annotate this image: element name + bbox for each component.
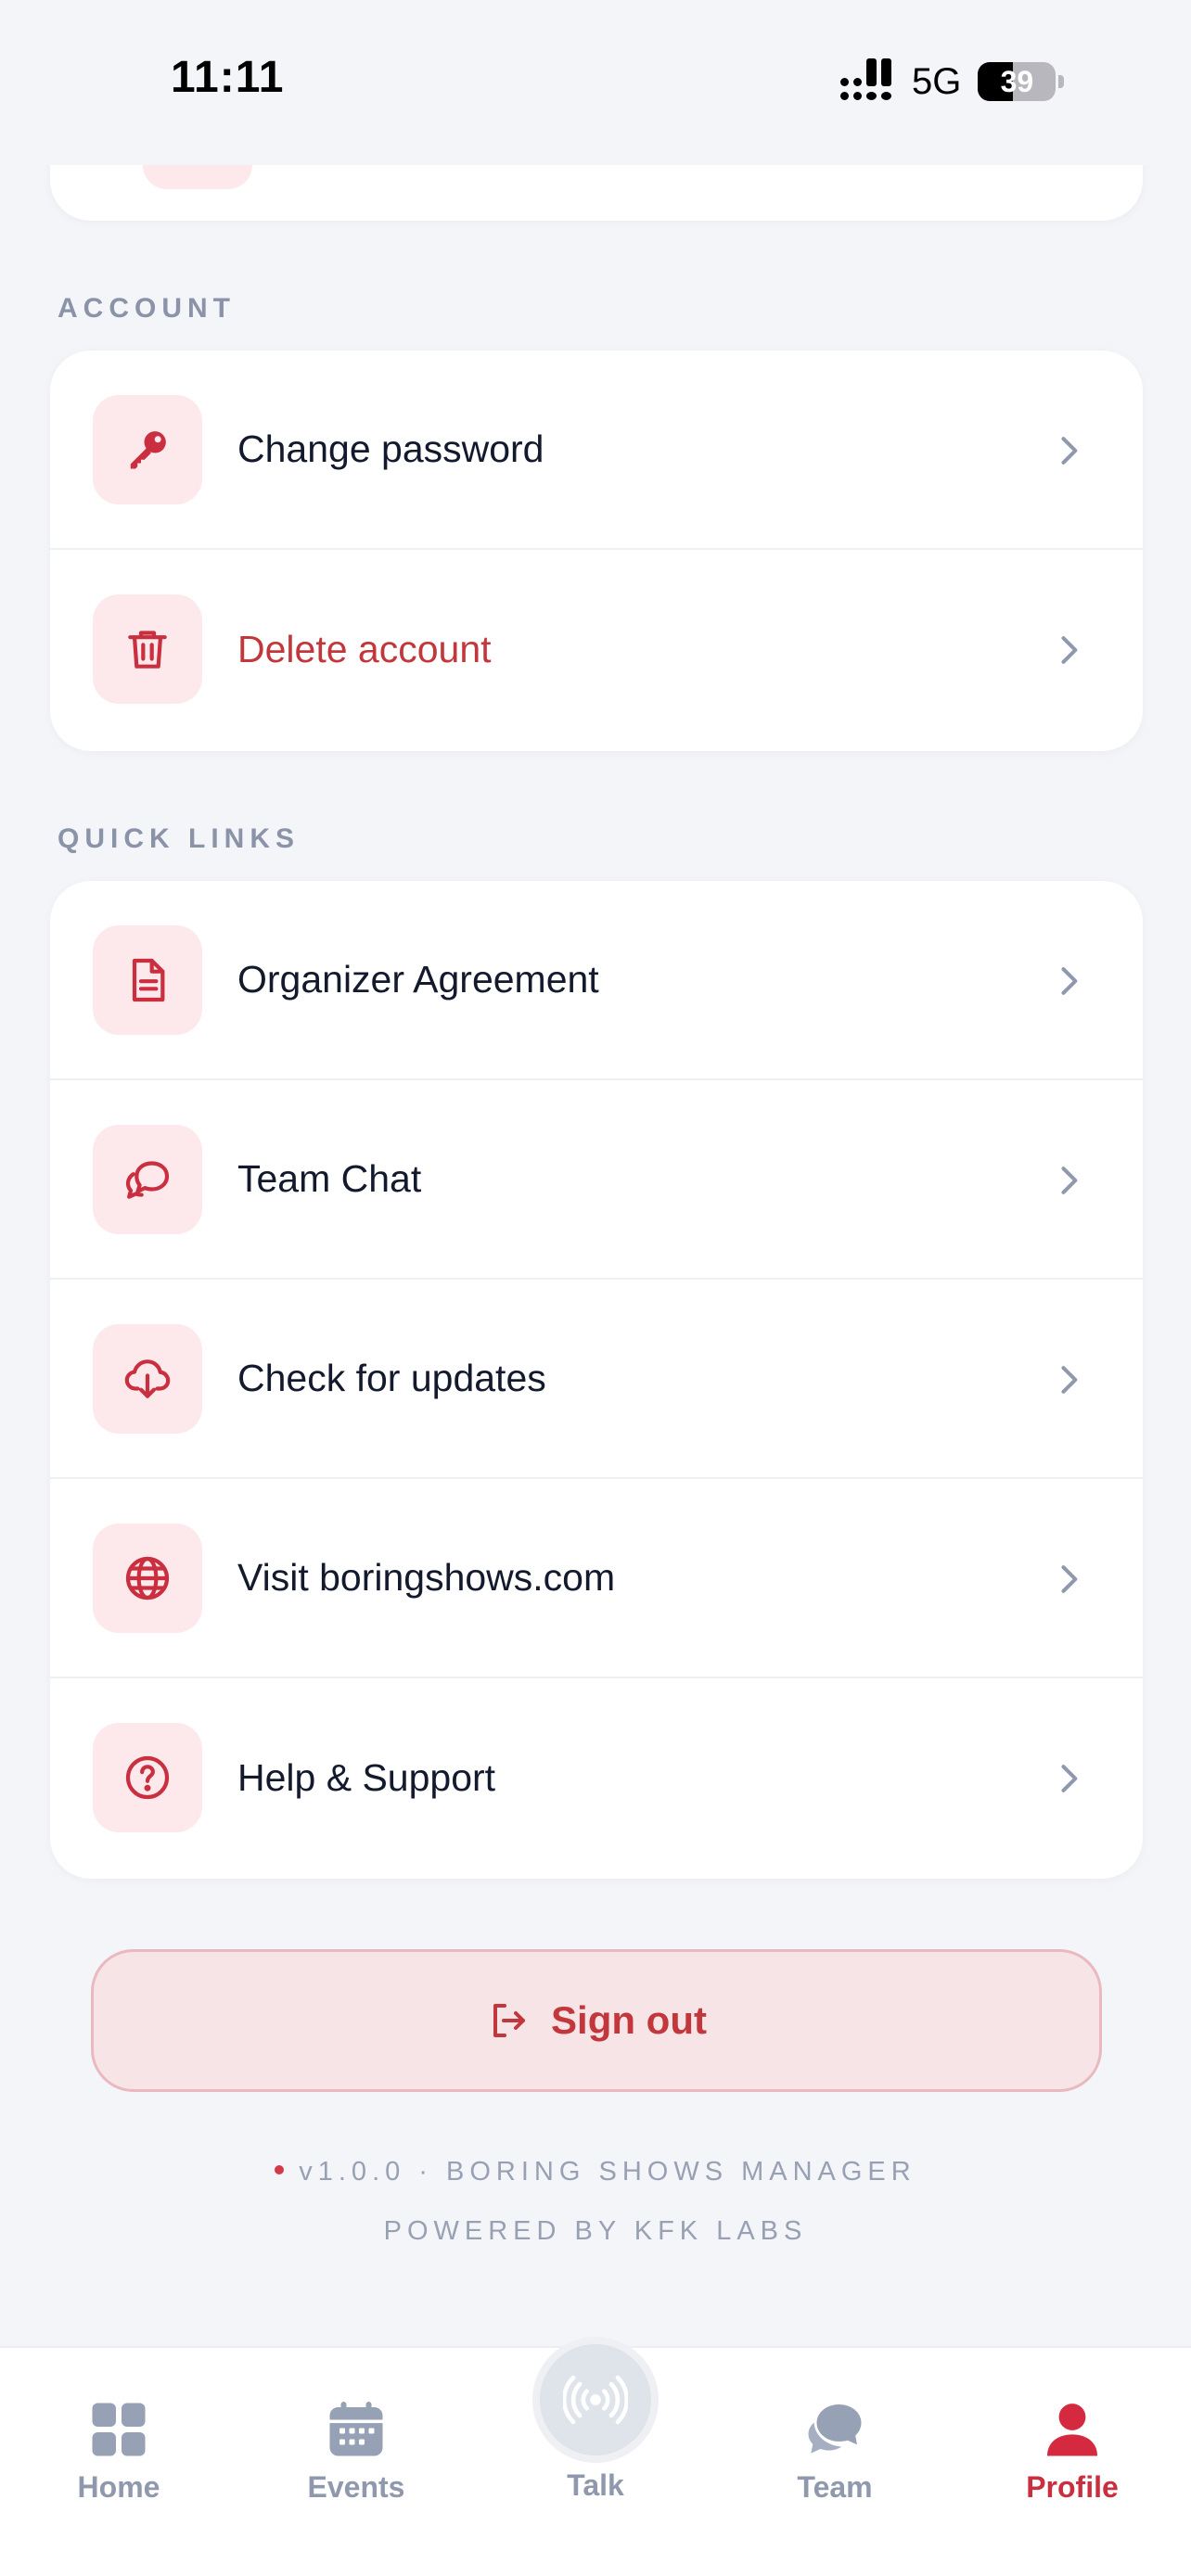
grid-icon (92, 2403, 146, 2456)
globe-icon (93, 1524, 202, 1633)
calendar-icon (329, 2402, 383, 2456)
chat-icon (93, 1125, 202, 1234)
section-title-account: ACCOUNT (58, 293, 236, 324)
person-icon (1047, 2404, 1097, 2456)
check-updates-label: Check for updates (237, 1357, 546, 1399)
delete-account-row[interactable]: Delete account (50, 550, 1143, 749)
chat-bubbles-icon (808, 2404, 862, 2454)
delete-account-label: Delete account (237, 628, 492, 670)
chevron-right-icon (1061, 1167, 1078, 1194)
chevron-right-icon (1061, 1366, 1078, 1394)
help-support-row[interactable]: Help & Support (50, 1678, 1143, 1878)
team-chat-row[interactable]: Team Chat (50, 1080, 1143, 1280)
section-title-quick-links: QUICK LINKS (58, 823, 300, 854)
battery-level: 39 (1000, 65, 1034, 98)
chevron-right-icon (1061, 967, 1078, 995)
profile-screen: 11:11 5G 39 ACCOUNT Change password Dele… (0, 0, 1191, 2576)
account-card: Change password Delete account (50, 351, 1143, 751)
status-dot (275, 2165, 285, 2175)
broadcast-icon (563, 2375, 628, 2425)
tab-events[interactable]: Events (263, 2348, 449, 2576)
key-icon (93, 395, 202, 504)
change-password-label: Change password (237, 427, 544, 470)
tab-team[interactable]: Team (742, 2348, 928, 2576)
sign-out-icon (493, 2004, 526, 2037)
sign-out-label: Sign out (551, 1998, 707, 2042)
tab-home[interactable]: Home (26, 2348, 211, 2576)
tab-events-label: Events (307, 2470, 405, 2504)
quick-links-card: Organizer Agreement Team Chat Check for … (50, 881, 1143, 1879)
help-icon (93, 1723, 202, 1832)
status-bar: 11:11 5G 39 (0, 0, 1191, 165)
team-chat-label: Team Chat (237, 1157, 422, 1200)
icon-tile-partial (143, 161, 252, 189)
powered-by: POWERED BY KFK LABS (383, 2216, 808, 2246)
chevron-right-icon (1061, 636, 1078, 664)
network-type: 5G (912, 60, 962, 102)
tab-profile[interactable]: Profile (980, 2348, 1165, 2576)
tab-talk-label: Talk (567, 2468, 624, 2502)
visit-website-label: Visit boringshows.com (237, 1556, 616, 1599)
chevron-right-icon (1061, 1765, 1078, 1792)
trash-icon (93, 594, 202, 704)
status-indicators: 5G 39 (840, 57, 1065, 106)
chevron-right-icon (1061, 437, 1078, 465)
help-support-label: Help & Support (237, 1756, 496, 1799)
organizer-agreement-label: Organizer Agreement (237, 958, 599, 1001)
signal-icon (840, 58, 891, 100)
document-icon (93, 925, 202, 1035)
visit-website-row[interactable]: Visit boringshows.com (50, 1479, 1143, 1678)
chevron-right-icon (1061, 1565, 1078, 1593)
version-text: v1.0.0 · BORING SHOWS MANAGER (299, 2157, 916, 2187)
version-line: v1.0.0 · BORING SHOWS MANAGER (0, 2157, 1191, 2187)
check-updates-row[interactable]: Check for updates (50, 1280, 1143, 1479)
organizer-agreement-row[interactable]: Organizer Agreement (50, 881, 1143, 1080)
tab-profile-label: Profile (1026, 2470, 1119, 2504)
tab-talk[interactable] (532, 2337, 659, 2463)
cloud-download-icon (93, 1324, 202, 1434)
status-time: 11:11 (171, 53, 285, 102)
change-password-row[interactable]: Change password (50, 351, 1143, 550)
tab-team-label: Team (797, 2470, 873, 2504)
tab-home-label: Home (77, 2470, 160, 2504)
sign-out-button[interactable]: Sign out (91, 1949, 1102, 2092)
battery-icon: 39 (978, 62, 1065, 101)
